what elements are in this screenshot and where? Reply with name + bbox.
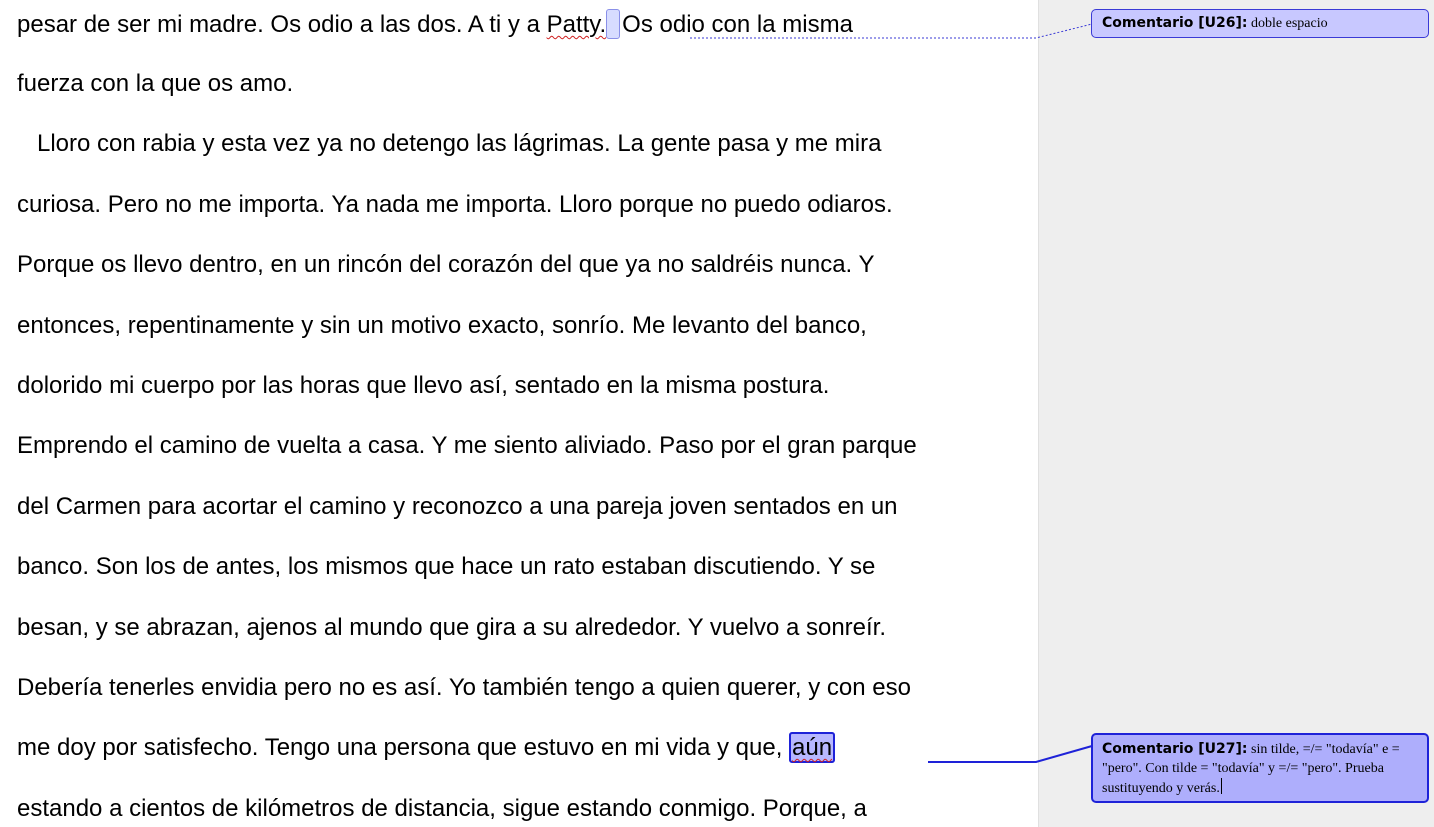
comment-anchor-u27[interactable]: aún bbox=[789, 732, 836, 763]
text-line-3[interactable]: Lloro con rabia y esta vez ya no detengo… bbox=[17, 129, 881, 159]
misspelled-word[interactable]: Patty. bbox=[547, 11, 607, 38]
text-segment: me doy por satisfecho. Tengo una persona… bbox=[17, 734, 790, 761]
text-line-5[interactable]: Porque os llevo dentro, en un rincón del… bbox=[17, 250, 874, 280]
comment-u27[interactable]: Comentario [U27]: sin tilde, =/= "todaví… bbox=[1091, 733, 1429, 803]
text-segment: pesar de ser mi madre. Os odio a las dos… bbox=[17, 11, 547, 38]
comment-author: Comentario [U27]: bbox=[1102, 741, 1248, 757]
comment-anchor-u26[interactable] bbox=[606, 9, 621, 39]
comment-author: Comentario [U26]: bbox=[1102, 15, 1248, 31]
text-line-4[interactable]: curiosa. Pero no me importa. Ya nada me … bbox=[17, 190, 893, 220]
text-line-2[interactable]: fuerza con la que os amo. bbox=[17, 69, 293, 99]
comment-u26[interactable]: Comentario [U26]: doble espacio bbox=[1091, 9, 1429, 38]
text-line-1[interactable]: pesar de ser mi madre. Os odio a las dos… bbox=[17, 9, 853, 40]
text-line-10[interactable]: banco. Son los de antes, los mismos que … bbox=[17, 552, 875, 582]
text-line-12[interactable]: Debería tenerles envidia pero no es así.… bbox=[17, 673, 911, 703]
text-line-13[interactable]: me doy por satisfecho. Tengo una persona… bbox=[17, 732, 836, 763]
comment-margin-pane bbox=[1038, 0, 1434, 827]
text-cursor bbox=[1220, 778, 1222, 794]
text-line-9[interactable]: del Carmen para acortar el camino y reco… bbox=[17, 492, 898, 522]
text-line-6[interactable]: entonces, repentinamente y sin un motivo… bbox=[17, 311, 867, 341]
text-line-11[interactable]: besan, y se abrazan, ajenos al mundo que… bbox=[17, 613, 886, 643]
text-line-8[interactable]: Emprendo el camino de vuelta a casa. Y m… bbox=[17, 431, 917, 461]
text-line-7[interactable]: dolorido mi cuerpo por las horas que lle… bbox=[17, 371, 829, 401]
text-line-14[interactable]: estando a cientos de kilómetros de dista… bbox=[17, 794, 867, 824]
comment-text[interactable]: doble espacio bbox=[1251, 16, 1328, 31]
text-segment: Os odio con la misma bbox=[622, 11, 853, 38]
document-page[interactable]: pesar de ser mi madre. Os odio a las dos… bbox=[0, 0, 1038, 827]
